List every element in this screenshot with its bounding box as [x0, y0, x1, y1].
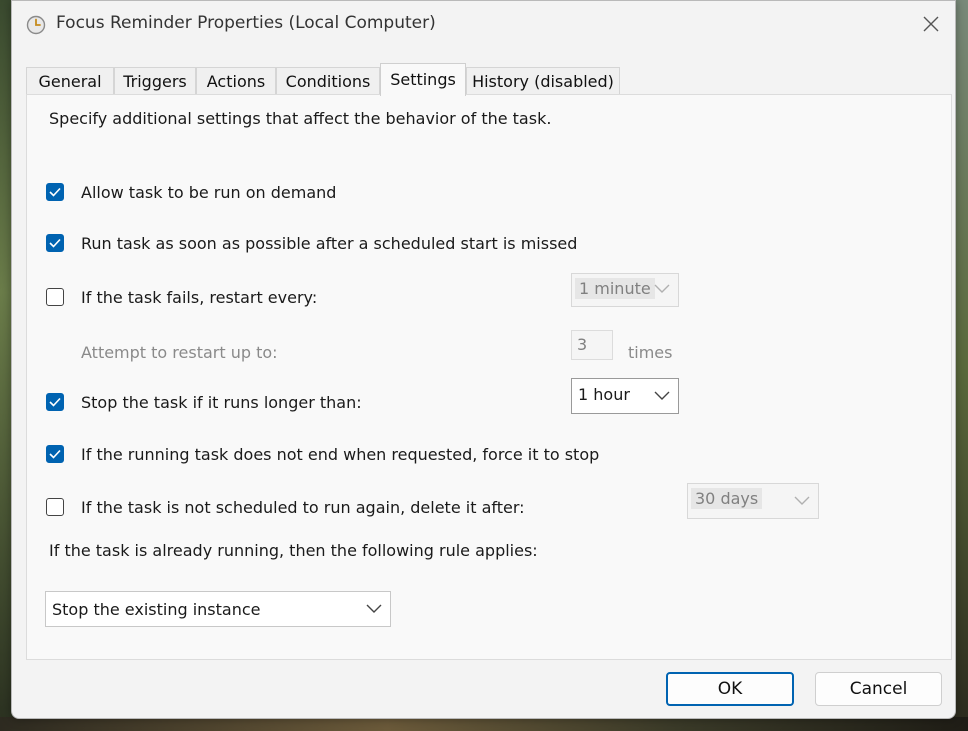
chevron-down-icon	[794, 496, 810, 505]
allow-demand-label[interactable]: Allow task to be run on demand	[81, 183, 336, 202]
restart-label[interactable]: If the task fails, restart every:	[81, 288, 317, 307]
attempts-value: 3	[577, 335, 588, 354]
title-bar[interactable]: Focus Reminder Properties (Local Compute…	[12, 1, 955, 49]
checkmark-icon	[49, 449, 61, 459]
chevron-down-icon	[654, 391, 670, 400]
close-button[interactable]	[907, 1, 955, 47]
window-title: Focus Reminder Properties (Local Compute…	[56, 13, 436, 33]
settings-panel: Specify additional settings that affect …	[26, 94, 952, 660]
force-stop-label[interactable]: If the running task does not end when re…	[81, 445, 599, 464]
stop-long-duration-select[interactable]: 1 hour	[571, 378, 679, 414]
attempts-input[interactable]: 3	[571, 330, 613, 360]
run-missed-label[interactable]: Run task as soon as possible after a sch…	[81, 234, 577, 253]
chevron-down-icon	[654, 284, 670, 293]
tab-settings[interactable]: Settings	[380, 63, 466, 96]
tab-conditions[interactable]: Conditions	[276, 67, 380, 95]
delete-after-duration-value: 30 days	[691, 488, 763, 509]
allow-demand-checkbox[interactable]	[46, 183, 64, 201]
desktop-wallpaper-bottom	[0, 717, 968, 731]
running-rule-label: If the task is already running, then the…	[49, 541, 538, 560]
ok-button[interactable]: OK	[666, 672, 794, 706]
attempts-label: Attempt to restart up to:	[81, 343, 278, 362]
desktop-wallpaper-right	[954, 0, 968, 731]
restart-checkbox[interactable]	[46, 288, 64, 306]
running-rule-value: Stop the existing instance	[52, 600, 261, 619]
checkmark-icon	[49, 187, 61, 197]
tab-triggers[interactable]: Triggers	[114, 67, 196, 95]
tab-history[interactable]: History (disabled)	[466, 67, 620, 95]
force-stop-checkbox[interactable]	[46, 445, 64, 463]
attempts-unit: times	[628, 343, 673, 362]
checkmark-icon	[49, 238, 61, 248]
properties-dialog: Focus Reminder Properties (Local Compute…	[11, 0, 956, 719]
delete-after-label[interactable]: If the task is not scheduled to run agai…	[81, 498, 525, 517]
stop-long-duration-value: 1 hour	[578, 385, 630, 404]
chevron-down-icon	[366, 604, 382, 613]
settings-intro: Specify additional settings that affect …	[49, 109, 552, 128]
checkmark-icon	[49, 397, 61, 407]
cancel-button[interactable]: Cancel	[815, 672, 942, 706]
stop-long-checkbox[interactable]	[46, 393, 64, 411]
restart-interval-select[interactable]: 1 minute	[571, 273, 679, 307]
running-rule-select[interactable]: Stop the existing instance	[45, 591, 391, 627]
delete-after-checkbox[interactable]	[46, 498, 64, 516]
delete-after-duration-select[interactable]: 30 days	[687, 483, 819, 519]
clock-icon	[26, 15, 46, 35]
tab-actions[interactable]: Actions	[196, 67, 276, 95]
run-missed-checkbox[interactable]	[46, 234, 64, 252]
tab-general[interactable]: General	[26, 67, 114, 95]
restart-interval-value: 1 minute	[575, 278, 655, 299]
close-icon	[923, 16, 939, 32]
stop-long-label[interactable]: Stop the task if it runs longer than:	[81, 393, 362, 412]
